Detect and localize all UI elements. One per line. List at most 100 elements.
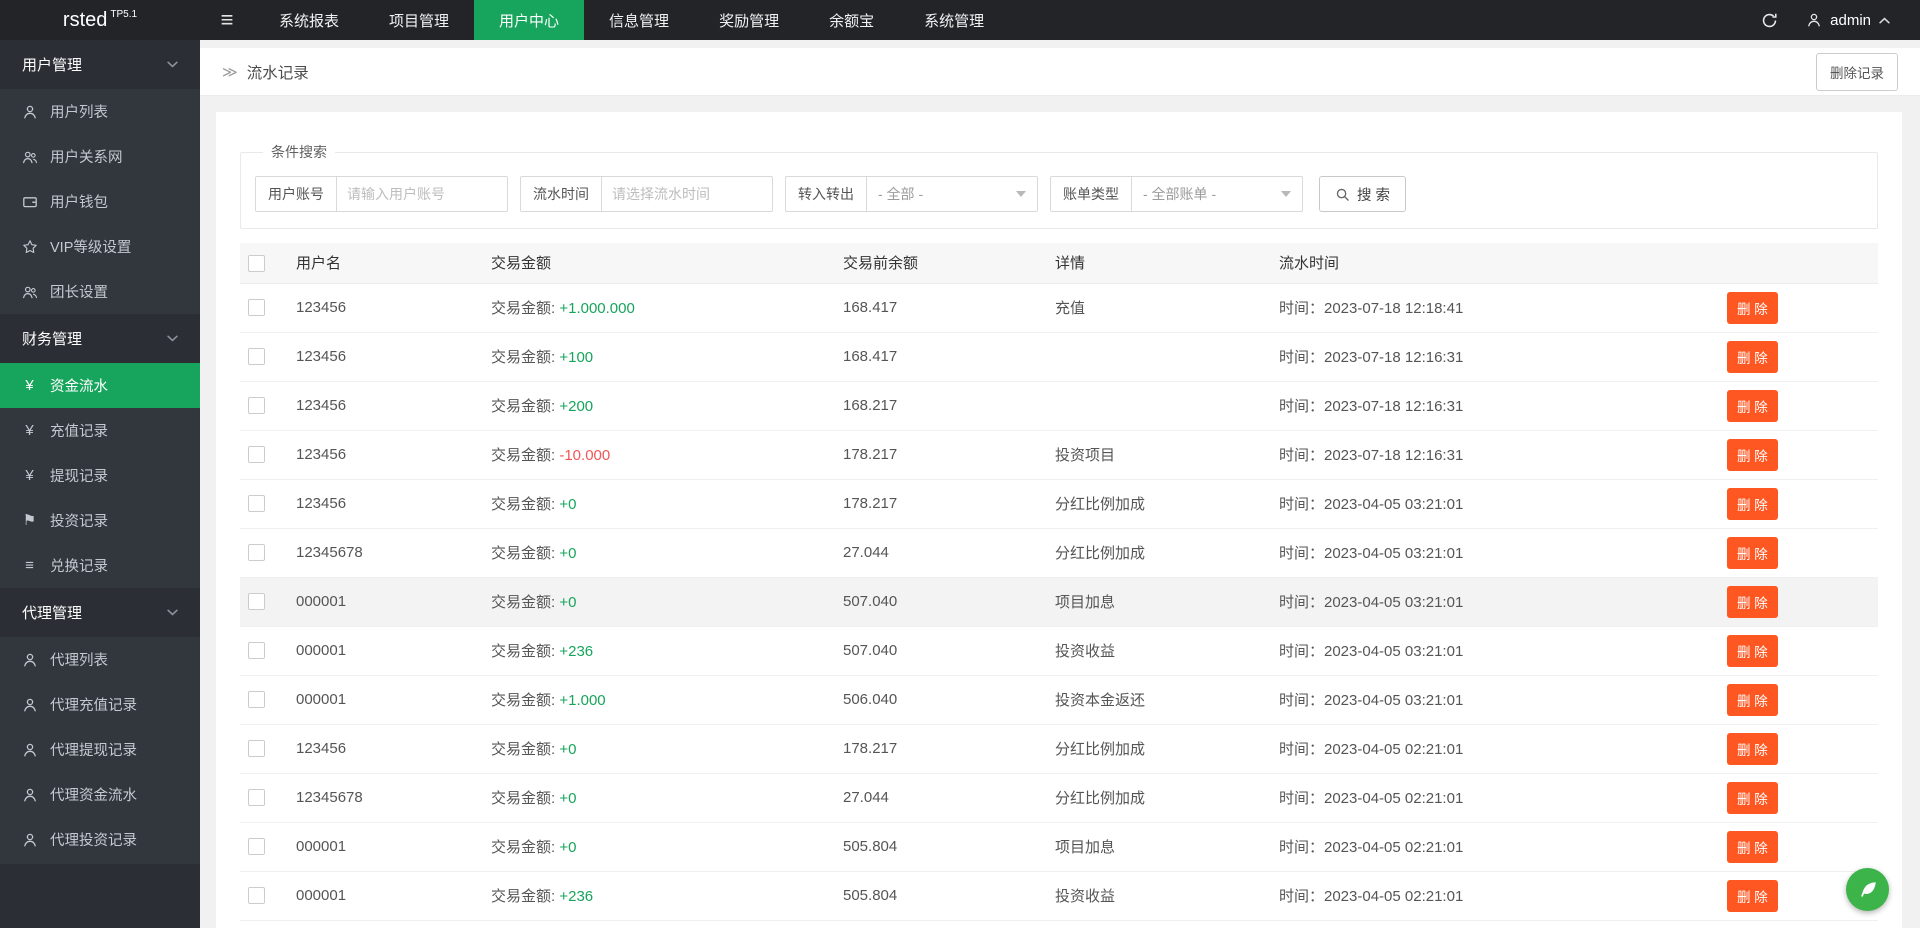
admin-menu[interactable]: admin [1806, 12, 1890, 29]
amount-prefix: 交易金额: [491, 790, 559, 807]
row-checkbox[interactable] [248, 887, 265, 904]
amount-prefix: 交易金额: [491, 839, 559, 856]
sidebar-group-finance-manage[interactable]: 财务管理 [0, 314, 200, 363]
delete-row-button[interactable]: 删 除 [1727, 586, 1778, 618]
topbar-right: admin [1761, 0, 1920, 40]
cell-balance: 178.217 [835, 724, 1047, 773]
row-checkbox[interactable] [248, 740, 265, 757]
sidebar-item-invest-records[interactable]: ⚑投资记录 [0, 498, 200, 543]
row-checkbox[interactable] [248, 348, 265, 365]
hamburger-menu-icon[interactable]: ≡ [200, 0, 254, 40]
amount-prefix: 交易金额: [491, 300, 559, 317]
breadcrumb-bar: ≫ 流水记录 删除记录 [200, 48, 1920, 96]
select-all-checkbox[interactable] [248, 255, 265, 272]
cell-username: 123456 [288, 332, 483, 381]
sidebar-item-user-list[interactable]: 用户列表 [0, 89, 200, 134]
sidebar-group-user-manage[interactable]: 用户管理 [0, 40, 200, 89]
cell-detail: 分红比例加成 [1047, 724, 1271, 773]
search-field-bill-type: 账单类型- 全部账单 - [1050, 176, 1303, 212]
sidebar-group-agent-manage[interactable]: 代理管理 [0, 588, 200, 637]
cell-time: 时间：2023-07-18 12:18:41 [1271, 283, 1719, 332]
nav-item-project-manage[interactable]: 项目管理 [364, 0, 474, 40]
sidebar-item-user-wallet[interactable]: 用户钱包 [0, 179, 200, 224]
row-checkbox[interactable] [248, 789, 265, 806]
nav-item-info-manage[interactable]: 信息管理 [584, 0, 694, 40]
delete-row-button[interactable]: 删 除 [1727, 292, 1778, 324]
delete-row-button[interactable]: 删 除 [1727, 341, 1778, 373]
chevron-down-icon [167, 609, 178, 616]
cell-action: 删 除 [1719, 479, 1878, 528]
nav-item-yuebao[interactable]: 余额宝 [804, 0, 899, 40]
sidebar-item-exchange-records[interactable]: ≡兑换记录 [0, 543, 200, 588]
delete-row-button[interactable]: 删 除 [1727, 390, 1778, 422]
sidebar-item-label: 用户列表 [50, 101, 108, 122]
row-checkbox[interactable] [248, 299, 265, 316]
delete-row-button[interactable]: 删 除 [1727, 880, 1778, 912]
row-checkbox[interactable] [248, 838, 265, 855]
sidebar-item-agent-withdraw-records[interactable]: 代理提现记录 [0, 727, 200, 772]
amount-value: +1.000.000 [559, 300, 635, 317]
delete-row-button[interactable]: 删 除 [1727, 733, 1778, 765]
user-account-input[interactable] [337, 177, 507, 211]
sidebar-item-agent-invest-records[interactable]: 代理投资记录 [0, 817, 200, 862]
row-checkbox[interactable] [248, 544, 265, 561]
amount-prefix: 交易金额: [491, 545, 559, 562]
nav-item-user-center[interactable]: 用户中心 [474, 0, 584, 40]
row-checkbox[interactable] [248, 397, 265, 414]
cell-amount: 交易金额: +0 [483, 528, 835, 577]
delete-records-button[interactable]: 删除记录 [1816, 53, 1898, 91]
bill-type-select[interactable]: - 全部账单 - [1132, 177, 1302, 211]
sidebar-item-label: 代理充值记录 [50, 694, 137, 715]
user-icon [21, 652, 38, 668]
nav-item-system-report[interactable]: 系统报表 [254, 0, 364, 40]
delete-row-button[interactable]: 删 除 [1727, 635, 1778, 667]
sidebar-item-agent-list[interactable]: 代理列表 [0, 637, 200, 682]
cell-action: 删 除 [1719, 773, 1878, 822]
cell-detail: 充值 [1047, 283, 1271, 332]
sidebar-item-agent-recharge-records[interactable]: 代理充值记录 [0, 682, 200, 727]
nav-item-system-manage[interactable]: 系统管理 [899, 0, 1009, 40]
flow-time-input[interactable] [602, 177, 772, 211]
sidebar-item-withdraw-records[interactable]: ¥提现记录 [0, 453, 200, 498]
search-button[interactable]: 搜 索 [1319, 176, 1406, 212]
admin-username: admin [1830, 12, 1871, 29]
delete-row-button[interactable]: 删 除 [1727, 782, 1778, 814]
sidebar-item-agent-fund-flow[interactable]: 代理资金流水 [0, 772, 200, 817]
cell-balance: 27.044 [835, 773, 1047, 822]
search-legend: 条件搜索 [263, 142, 335, 162]
sidebar-item-user-network[interactable]: 用户关系网 [0, 134, 200, 179]
cell-balance: 505.804 [835, 871, 1047, 920]
cell-detail: 分红比例加成 [1047, 920, 1271, 928]
delete-row-button[interactable]: 删 除 [1727, 537, 1778, 569]
sidebar-item-fund-flow[interactable]: ¥资金流水 [0, 363, 200, 408]
delete-row-button[interactable]: 删 除 [1727, 488, 1778, 520]
table-row: 000001交易金额: +236507.040投资收益时间：2023-04-05… [240, 626, 1878, 675]
cell-balance: 168.217 [835, 381, 1047, 430]
sidebar-item-leader-settings[interactable]: 团长设置 [0, 269, 200, 314]
table-row: 000001交易金额: +236505.804投资收益时间：2023-04-05… [240, 871, 1878, 920]
row-checkbox[interactable] [248, 691, 265, 708]
breadcrumb: ≫ 流水记录 [222, 61, 309, 83]
cell-detail: 分红比例加成 [1047, 528, 1271, 577]
transfer-direction-select[interactable]: - 全部 - [867, 177, 1037, 211]
row-checkbox[interactable] [248, 446, 265, 463]
cell-balance: 507.040 [835, 626, 1047, 675]
cell-amount: 交易金额: +0 [483, 822, 835, 871]
delete-row-button[interactable]: 删 除 [1727, 439, 1778, 471]
nav-item-reward-manage[interactable]: 奖励管理 [694, 0, 804, 40]
sidebar-item-recharge-records[interactable]: ¥充值记录 [0, 408, 200, 453]
floating-action-button[interactable] [1846, 868, 1889, 911]
cell-amount: 交易金额: +0 [483, 724, 835, 773]
row-checkbox[interactable] [248, 642, 265, 659]
refresh-icon[interactable] [1761, 12, 1778, 29]
delete-row-button[interactable]: 删 除 [1727, 684, 1778, 716]
sidebar-item-vip-level-settings[interactable]: VIP等级设置 [0, 224, 200, 269]
cell-amount: 交易金额: +1.000.000 [483, 283, 835, 332]
sidebar-group-label: 用户管理 [22, 54, 82, 75]
cell-amount: 交易金额: +200 [483, 381, 835, 430]
row-checkbox[interactable] [248, 495, 265, 512]
amount-value: +0 [559, 839, 576, 856]
delete-row-button[interactable]: 删 除 [1727, 831, 1778, 863]
row-checkbox[interactable] [248, 593, 265, 610]
search-row: 用户账号流水时间转入转出- 全部 -账单类型- 全部账单 -搜 索 [255, 176, 1863, 212]
